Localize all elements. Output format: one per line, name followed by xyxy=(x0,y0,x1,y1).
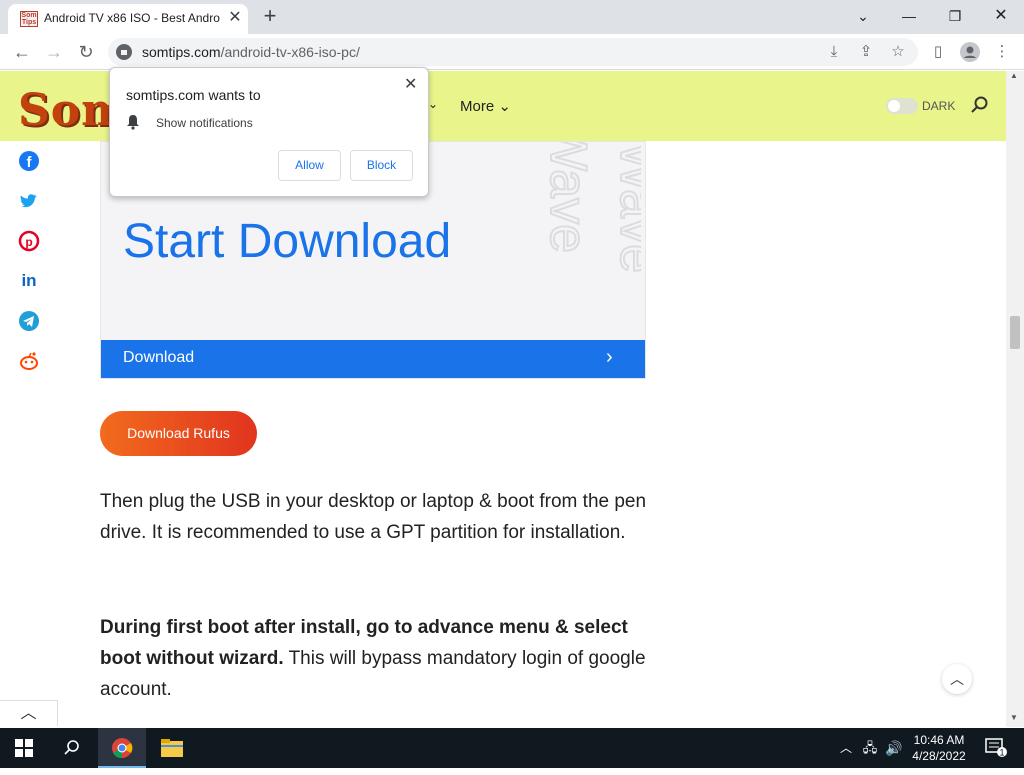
windows-taskbar: ︿ 🖧 🔊 10:46 AM 4/28/2022 1 xyxy=(0,728,1024,768)
popup-permission-text: Show notifications xyxy=(156,116,253,130)
reload-icon[interactable]: ↻ xyxy=(74,40,98,64)
page-scrollbar[interactable]: ▲ ▼ xyxy=(1006,71,1024,727)
body-paragraph: Then plug the USB in your desktop or lap… xyxy=(100,491,647,543)
minimize-button[interactable]: — xyxy=(894,5,924,27)
ad-watermark: Wave Wave xyxy=(521,142,641,337)
back-to-top-chevron-icon[interactable]: ︿ xyxy=(942,664,972,694)
scroll-down-arrow-icon[interactable]: ▼ xyxy=(1010,713,1018,722)
share-icon[interactable]: ⇪ xyxy=(854,40,878,64)
tab-search-chevron-icon[interactable]: ⌄ xyxy=(848,5,878,27)
scroll-up-arrow-icon[interactable]: ▲ xyxy=(1010,71,1018,80)
svg-text:Wave: Wave xyxy=(609,142,641,273)
taskbar-clock[interactable]: 10:46 AM 4/28/2022 xyxy=(906,732,972,764)
svg-text:p: p xyxy=(25,235,32,249)
ad-download-label: Download xyxy=(123,349,195,366)
twitter-icon[interactable] xyxy=(18,190,40,212)
profile-avatar-icon[interactable] xyxy=(958,40,982,64)
action-center-icon[interactable]: 1 xyxy=(976,728,1016,768)
taskbar-search-icon[interactable] xyxy=(48,728,96,768)
lock-icon[interactable] xyxy=(116,44,132,60)
linkedin-icon[interactable]: in xyxy=(18,270,40,292)
clock-time: 10:46 AM xyxy=(913,733,965,747)
svg-text:Wave: Wave xyxy=(539,142,597,253)
bookmark-star-icon[interactable]: ☆ xyxy=(886,40,910,64)
nav-more-menu[interactable]: More ⌄ xyxy=(460,97,511,115)
body-paragraph-instructions: During first boot after install, go to a… xyxy=(100,612,660,705)
nav-dropdown-chevron-icon[interactable]: ⌄ xyxy=(428,97,438,111)
search-icon[interactable] xyxy=(970,95,990,115)
file-explorer-icon[interactable] xyxy=(148,728,196,768)
side-panel-icon[interactable]: ▯ xyxy=(926,40,950,64)
window-close-button[interactable]: ✕ xyxy=(986,5,1016,27)
bell-icon xyxy=(127,115,139,130)
popup-heading: somtips.com wants to xyxy=(126,87,261,103)
download-rufus-button[interactable]: Download Rufus xyxy=(100,411,257,456)
install-app-icon[interactable]: ⤓ xyxy=(822,40,846,64)
block-button[interactable]: Block xyxy=(350,150,413,181)
volume-icon[interactable]: 🔊 xyxy=(882,728,906,768)
chevron-right-icon: › xyxy=(606,346,613,368)
restore-button[interactable]: ❐ xyxy=(940,5,970,27)
reddit-icon[interactable] xyxy=(18,350,40,372)
browser-toolbar: ← → ↻ somtips.com/android-tv-x86-iso-pc/… xyxy=(0,34,1024,70)
new-tab-button[interactable]: + xyxy=(258,5,282,29)
network-icon[interactable]: 🖧 xyxy=(858,728,882,768)
clock-date: 4/28/2022 xyxy=(912,749,966,763)
browser-tab[interactable]: Som Tips Android TV x86 ISO - Best Andro… xyxy=(8,4,248,34)
chrome-taskbar-icon[interactable] xyxy=(98,728,146,768)
browser-title-bar: Som Tips Android TV x86 ISO - Best Andro… xyxy=(0,0,1024,34)
url-text[interactable]: somtips.com/android-tv-x86-iso-pc/ xyxy=(142,44,360,60)
site-favicon-icon: Som Tips xyxy=(20,11,38,27)
menu-kebab-icon[interactable]: ⋮ xyxy=(990,40,1014,64)
ad-headline: Start Download xyxy=(123,215,452,268)
back-arrow-icon[interactable]: ← xyxy=(10,40,34,64)
allow-button[interactable]: Allow xyxy=(278,150,341,181)
popup-close-icon[interactable]: ✕ xyxy=(404,74,417,94)
pinterest-icon[interactable]: p xyxy=(18,230,40,252)
show-hidden-icons-chevron-icon[interactable]: ︿ xyxy=(836,728,856,768)
telegram-icon[interactable] xyxy=(18,310,40,332)
ad-download-bar[interactable]: Download › xyxy=(101,340,645,378)
notification-permission-popup: somtips.com wants to ✕ Show notification… xyxy=(109,67,429,197)
facebook-icon[interactable]: f xyxy=(18,150,40,172)
tab-title: Android TV x86 ISO - Best Andro xyxy=(44,11,220,25)
dark-mode-label: DARK xyxy=(922,99,956,113)
tab-close-icon[interactable]: ✕ xyxy=(226,9,244,27)
dark-mode-toggle[interactable] xyxy=(886,98,918,114)
address-bar[interactable]: somtips.com/android-tv-x86-iso-pc/ ⤓ ⇪ ☆ xyxy=(108,38,918,66)
scrollbar-thumb[interactable] xyxy=(1010,316,1020,349)
forward-arrow-icon[interactable]: → xyxy=(42,40,66,64)
svg-text:1: 1 xyxy=(999,748,1004,758)
collapse-share-bar-chevron-icon[interactable]: ︿ xyxy=(0,700,58,726)
windows-start-icon[interactable] xyxy=(0,728,48,768)
